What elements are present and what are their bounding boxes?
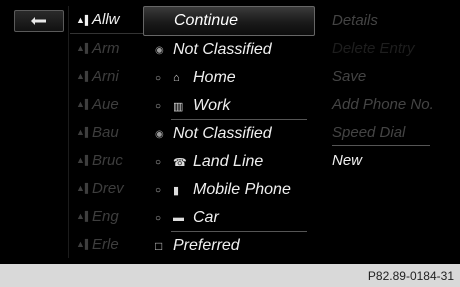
contact-name: Allw [92,11,120,28]
contact-icon: ▲▌ [76,43,92,53]
menu-item-preferred[interactable]: □ Preferred [143,232,315,260]
radio-selected-icon: ◉ [155,44,164,56]
menu-item-delete-entry: Delete Entry [322,34,460,62]
contact-list-item[interactable]: ▲▌ Bruc [70,146,144,174]
menu-item-label: Work [193,97,231,114]
menu-item-label: Not Classified [173,41,272,58]
menu-item-label: Not Classified [173,125,272,142]
contact-icon: ▲▌ [76,71,92,81]
contact-list-item[interactable]: ▲▌ Erle [70,230,144,258]
classification-menu: Continue ◉ Not Classified ○ ⌂ Home ○ ▥ Work ◉… [143,6,315,264]
radio-empty-icon: ○ [155,100,162,112]
menu-item-work[interactable]: ○ ▥ Work [143,92,315,120]
contact-name: Eng [92,207,119,225]
menu-item-label: Land Line [193,153,264,170]
contact-name: Aue [92,95,119,113]
car-icon: ▬ [173,212,184,224]
building-icon: ▥ [173,100,184,113]
contact-list-item[interactable]: ▲▌ Bau [70,118,144,146]
column-divider [68,6,69,258]
home-icon: ⌂ [173,72,180,84]
telephone-icon: ☎ [173,156,187,169]
contact-list-item[interactable]: ▲▌ Drev [70,174,144,202]
menu-item-save[interactable]: Save [322,62,460,90]
continue-label: Continue [174,12,239,29]
contact-list-item[interactable]: ▲▌ Eng [70,202,144,230]
contact-list-item[interactable]: ▲▌ Allw [70,6,144,34]
contact-name: Erle [92,235,119,253]
figure-code: P82.89-0184-31 [367,268,454,283]
radio-empty-icon: ○ [155,184,162,196]
contact-icon: ▲▌ [76,239,92,249]
contact-icon: ▲▌ [76,155,92,165]
menu-item-label: Car [193,209,219,226]
menu-item-land-line[interactable]: ○ ☎ Land Line [143,148,315,176]
menu-item-label: Delete Entry [332,39,415,57]
contact-name: Bau [92,123,119,141]
radio-empty-icon: ○ [155,212,162,224]
menu-item-speed-dial[interactable]: Speed Dial [322,118,460,146]
back-button[interactable] [14,10,64,32]
contact-list-item[interactable]: ▲▌ Arm [70,34,144,62]
radio-selected-icon: ◉ [155,128,164,140]
mobile-phone-icon: ▮ [173,184,180,197]
menu-item-label: New [332,151,363,169]
contact-list-item[interactable]: ▲▌ Aue [70,90,144,118]
options-menu: Details Delete Entry Save Add Phone No. … [322,6,460,174]
contact-list-item[interactable]: ▲▌ Arni [70,62,144,90]
contact-list: ▲▌ Allw ▲▌ Arm ▲▌ Arni ▲▌ Aue ▲▌ Bau ▲▌ Bruc ▲… [70,6,144,258]
contact-icon: ▲▌ [76,183,92,193]
menu-item-not-classified[interactable]: ◉ Not Classified [143,36,315,64]
menu-item-label: Save [332,67,367,85]
menu-item-home[interactable]: ○ ⌂ Home [143,64,315,92]
menu-item-not-classified-phone[interactable]: ◉ Not Classified [143,120,315,148]
contact-icon: ▲▌ [76,14,92,25]
contact-name: Bruc [92,151,123,169]
contact-name: Arm [92,39,120,57]
menu-item-label: Speed Dial [332,123,406,141]
menu-item-details[interactable]: Details [322,6,460,34]
menu-item-add-phone[interactable]: Add Phone No. [322,90,460,118]
contact-icon: ▲▌ [76,211,92,221]
menu-item-car[interactable]: ○ ▬ Car [143,204,315,232]
figure-caption-bar: P82.89-0184-31 [0,264,460,287]
radio-empty-icon: ○ [155,72,162,84]
menu-item-label: Home [193,69,236,86]
menu-item-new[interactable]: New [322,146,460,174]
menu-item-mobile-phone[interactable]: ○ ▮ Mobile Phone [143,176,315,204]
contact-name: Arni [92,67,119,85]
contact-icon: ▲▌ [76,127,92,137]
head-unit-screen: ▲▌ Allw ▲▌ Arm ▲▌ Arni ▲▌ Aue ▲▌ Bau ▲▌ Bruc ▲… [0,0,460,264]
menu-item-label: Mobile Phone [193,181,291,198]
menu-item-label: Details [332,11,378,29]
contact-name: Drev [92,179,124,197]
menu-item-label: Add Phone No. [332,95,434,113]
continue-button[interactable]: Continue [143,6,315,36]
radio-empty-icon: ○ [155,156,162,168]
contact-icon: ▲▌ [76,99,92,109]
back-arrow-icon [31,17,46,25]
checkbox-icon: □ [155,239,163,253]
menu-item-label: Preferred [173,237,240,254]
